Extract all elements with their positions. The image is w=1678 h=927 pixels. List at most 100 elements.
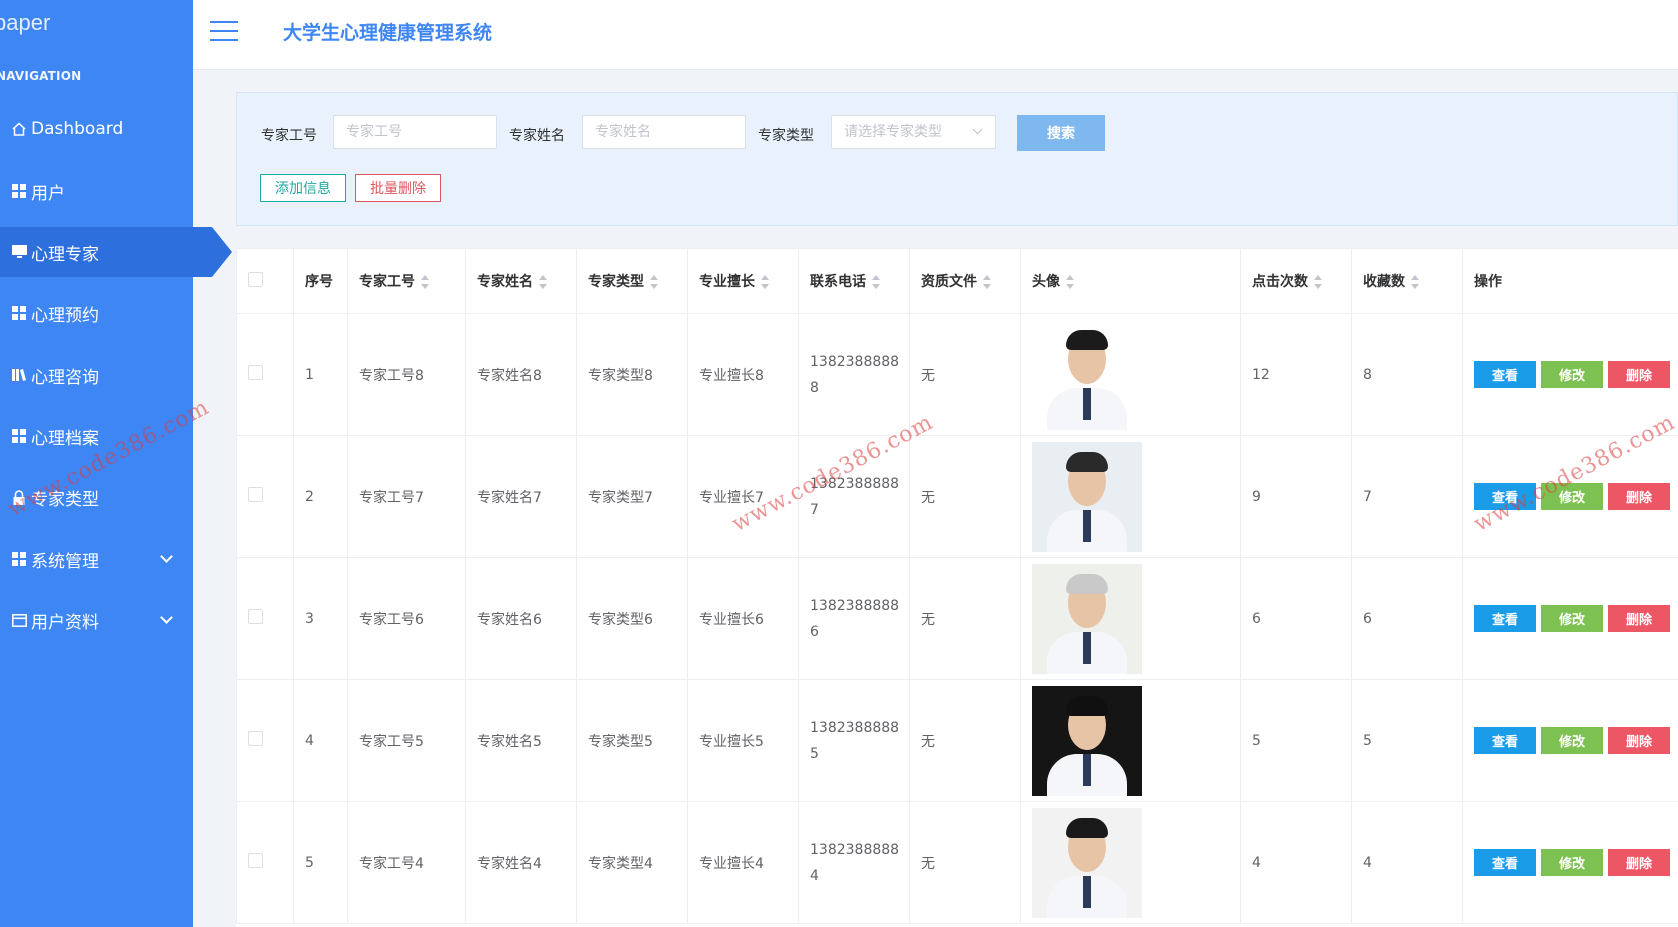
cell-avatar <box>1020 313 1241 436</box>
experts-table: 序号 专家工号 专家姓名 专家类型 专业擅长 联系电话 资质文件 头像 点击次数… <box>236 248 1678 927</box>
expert-id-input[interactable] <box>333 115 497 149</box>
cell-file: 无 <box>909 435 1021 558</box>
expert-type-select[interactable]: 请选择专家类型 <box>831 115 996 149</box>
sidebar-item-consulting[interactable]: 心理咨询 <box>0 350 193 400</box>
cell-expert-type: 专家类型4 <box>576 801 688 924</box>
nav-heading: NAVIGATION <box>0 69 82 83</box>
table-row: 1 专家工号8 专家姓名8 专家类型8 专业擅长8 1382388888 8 无 12 8 查看 修改… <box>236 313 1678 436</box>
cell-actions: 查看 修改 删除 <box>1462 435 1678 558</box>
cell-avatar <box>1020 557 1241 680</box>
sidebar-item-dashboard[interactable]: Dashboard <box>0 104 193 154</box>
delete-button[interactable]: 删除 <box>1608 727 1670 754</box>
select-all-checkbox[interactable] <box>248 271 263 287</box>
sidebar-item-appointments[interactable]: 心理预约 <box>0 288 193 338</box>
cell-expert-id: 专家工号6 <box>347 557 466 680</box>
expert-name-input[interactable] <box>582 115 746 149</box>
cell-expert-id: 专家工号7 <box>347 435 466 558</box>
view-button[interactable]: 查看 <box>1474 605 1536 632</box>
lock-icon <box>10 489 28 505</box>
cell-no: 1 <box>293 313 348 436</box>
cell-expert-id: 专家工号8 <box>347 313 466 436</box>
row-checkbox[interactable] <box>248 731 263 746</box>
delete-button[interactable]: 删除 <box>1608 483 1670 510</box>
sidebar-item-records[interactable]: 心理档案 <box>0 411 193 461</box>
sort-icon[interactable] <box>421 275 429 289</box>
edit-button[interactable]: 修改 <box>1541 361 1603 388</box>
chevron-down-icon <box>160 550 173 563</box>
column-header[interactable]: 资质文件 <box>909 248 1021 314</box>
delete-button[interactable]: 删除 <box>1608 849 1670 876</box>
cell-no: 5 <box>293 801 348 924</box>
search-panel: 专家工号 专家姓名 专家类型 请选择专家类型 搜索 添加信息 批量删除 <box>236 92 1678 226</box>
sidebar-item-expert-types[interactable]: 专家类型 <box>0 472 193 522</box>
sort-icon[interactable] <box>1411 275 1419 289</box>
edit-button[interactable]: 修改 <box>1541 849 1603 876</box>
cell-file: 无 <box>909 679 1021 802</box>
cell-expert-type: 专家类型8 <box>576 313 688 436</box>
row-checkbox[interactable] <box>248 365 263 380</box>
sidebar-item-system[interactable]: 系统管理 <box>0 534 193 584</box>
cell-expert-id: 专家工号4 <box>347 801 466 924</box>
sort-icon[interactable] <box>539 275 547 289</box>
column-header[interactable]: 专家姓名 <box>465 248 577 314</box>
row-checkbox[interactable] <box>248 609 263 624</box>
cell-actions: 查看 修改 删除 <box>1462 557 1678 680</box>
phone-line-1: 1382388888 <box>810 597 900 614</box>
cell-avatar <box>1020 801 1241 924</box>
sidebar-item-profile[interactable]: 用户资料 <box>0 595 193 645</box>
edit-button[interactable]: 修改 <box>1541 483 1603 510</box>
cell-phone: 1382388888 4 <box>798 801 910 924</box>
table-row: 2 专家工号7 专家姓名7 专家类型7 专业擅长7 1382388888 7 无 9 7 查看 修改删… <box>236 435 1678 558</box>
phone-line-2: 6 <box>810 623 819 640</box>
column-header: 操作 <box>1462 248 1678 314</box>
column-header[interactable]: 头像 <box>1020 248 1241 314</box>
column-header[interactable]: 专业擅长 <box>687 248 799 314</box>
cell-skill: 专业擅长5 <box>687 679 799 802</box>
sort-icon[interactable] <box>1314 275 1322 289</box>
sidebar-item-label: 用户资料 <box>31 612 99 633</box>
column-header[interactable]: 专家类型 <box>576 248 688 314</box>
cell-clicks: 9 <box>1240 435 1352 558</box>
avatar <box>1032 563 1142 674</box>
row-checkbox[interactable] <box>248 487 263 502</box>
view-button[interactable]: 查看 <box>1474 849 1536 876</box>
row-select-cell <box>236 313 294 436</box>
sort-icon[interactable] <box>983 275 991 289</box>
cell-clicks: 4 <box>1240 801 1352 924</box>
search-button[interactable]: 搜索 <box>1017 115 1105 151</box>
delete-button[interactable]: 删除 <box>1608 361 1670 388</box>
row-checkbox[interactable] <box>248 853 263 868</box>
sort-icon[interactable] <box>1066 275 1074 289</box>
menu-toggle-icon[interactable] <box>210 21 238 41</box>
column-header[interactable]: 专家工号 <box>347 248 466 314</box>
column-header[interactable]: 收藏数 <box>1351 248 1463 314</box>
sidebar-item-users[interactable]: 用户 <box>0 166 193 216</box>
column-header[interactable]: 联系电话 <box>798 248 910 314</box>
sidebar-item-label: 心理专家 <box>31 244 99 265</box>
table-row: 3 专家工号6 专家姓名6 专家类型6 专业擅长6 1382388888 6 无 6 6 查看 修改删… <box>236 557 1678 680</box>
edit-button[interactable]: 修改 <box>1541 605 1603 632</box>
cell-actions: 查看 修改 删除 <box>1462 313 1678 436</box>
avatar <box>1032 441 1142 552</box>
sidebar-item-experts[interactable]: 心理专家 <box>0 227 232 277</box>
view-button[interactable]: 查看 <box>1474 727 1536 754</box>
batch-delete-button[interactable]: 批量删除 <box>355 174 441 202</box>
book-icon <box>10 368 28 382</box>
column-header[interactable]: 点击次数 <box>1240 248 1352 314</box>
column-header: 序号 <box>293 248 348 314</box>
cell-clicks: 6 <box>1240 557 1352 680</box>
row-select-cell <box>236 557 294 680</box>
sidebar: paper NAVIGATION Dashboard 用户 心理专家 心理预约 … <box>0 0 232 927</box>
add-button[interactable]: 添加信息 <box>260 174 346 202</box>
phone-line-2: 8 <box>810 379 819 396</box>
view-button[interactable]: 查看 <box>1474 483 1536 510</box>
view-button[interactable]: 查看 <box>1474 361 1536 388</box>
sort-icon[interactable] <box>761 275 769 289</box>
delete-button[interactable]: 删除 <box>1608 605 1670 632</box>
sort-icon[interactable] <box>872 275 880 289</box>
expert-type-placeholder: 请选择专家类型 <box>844 124 942 140</box>
edit-button[interactable]: 修改 <box>1541 727 1603 754</box>
cell-expert-name: 专家姓名5 <box>465 679 577 802</box>
sort-icon[interactable] <box>650 275 658 289</box>
cell-expert-name: 专家姓名8 <box>465 313 577 436</box>
